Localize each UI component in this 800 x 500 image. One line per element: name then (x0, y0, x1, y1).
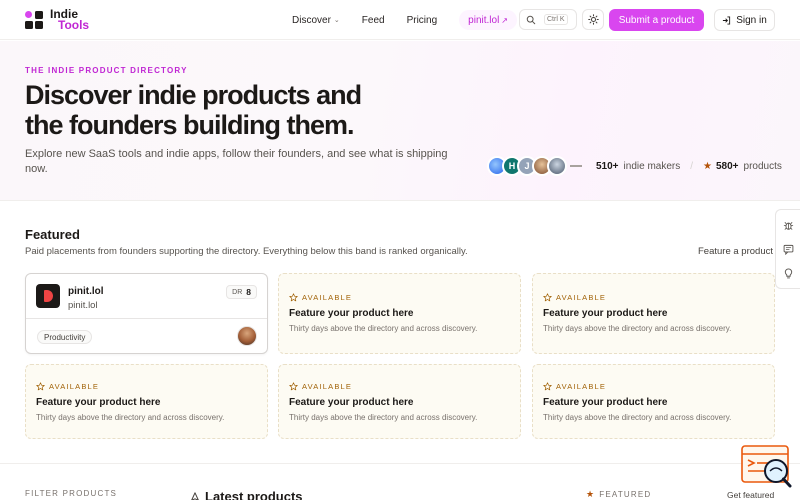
rocket-icon (191, 491, 199, 500)
help-chat-widget[interactable] (741, 444, 793, 490)
slot-title: Feature your product here (36, 397, 161, 408)
slot-badge: AVAILABLE (49, 382, 100, 391)
section-divider (0, 463, 800, 464)
hero-subtitle: Explore new SaaS tools and indie apps, f… (25, 148, 448, 175)
chat-icon[interactable] (783, 244, 794, 255)
slot-description: Thirty days above the directory and acro… (36, 413, 225, 422)
keyboard-shortcut: Ctrl K (544, 14, 568, 25)
slot-description: Thirty days above the directory and acro… (543, 413, 732, 422)
lightbulb-icon[interactable] (783, 267, 794, 279)
product-domain: pinit.lol (68, 300, 98, 311)
submit-product-button[interactable]: Submit a product (609, 9, 704, 31)
makers-count-stat: 510+ indie makers (596, 160, 681, 172)
star-outline-icon (289, 293, 298, 302)
star-outline-icon (543, 293, 552, 302)
slot-description: Thirty days above the directory and acro… (289, 324, 478, 333)
bug-icon[interactable] (783, 220, 794, 231)
products-count-stat: ★ 580+ products (703, 160, 782, 172)
hero-eyebrow: THE INDIE PRODUCT DIRECTORY (25, 66, 188, 75)
nav-discover[interactable]: Discover ⌄ (292, 15, 340, 26)
feedback-rail (775, 209, 800, 289)
featured-sidebar-label: ★ FEATURED (586, 489, 652, 499)
available-slot-card[interactable]: AVAILABLE Feature your product here Thir… (25, 364, 268, 439)
external-link-icon: ↗ (501, 15, 508, 25)
logo[interactable]: Indie Tools (25, 8, 90, 32)
maker-avatars: H J (487, 156, 582, 176)
featured-title: Featured (25, 227, 80, 242)
help-chat-icon (741, 445, 792, 488)
slot-badge: AVAILABLE (556, 293, 607, 302)
get-featured-link[interactable]: Get featured (727, 490, 774, 500)
featured-subtitle: Paid placements from founders supporting… (25, 246, 468, 257)
slot-title: Feature your product here (543, 397, 668, 408)
makers-stats: H J 510+ indie makers / ★ 580+ products (487, 155, 782, 177)
search-button[interactable]: Ctrl K (519, 9, 577, 30)
main-nav: Discover ⌄ Feed Pricing pinit.lol ↗ (292, 0, 517, 40)
product-name: pinit.lol (68, 286, 104, 297)
slot-badge: AVAILABLE (302, 382, 353, 391)
product-logo-icon (36, 284, 60, 308)
domain-rating-badge: DR 8 (226, 285, 257, 299)
star-icon: ★ (586, 489, 596, 499)
slot-description: Thirty days above the directory and acro… (289, 413, 478, 422)
available-slot-card[interactable]: AVAILABLE Feature your product here Thir… (278, 273, 521, 354)
hero-section: THE INDIE PRODUCT DIRECTORY Discover ind… (0, 41, 800, 201)
theme-toggle-button[interactable] (582, 9, 604, 30)
available-slot-card[interactable]: AVAILABLE Feature your product here Thir… (532, 364, 775, 439)
card-divider (26, 318, 267, 319)
top-navbar: Indie Tools Discover ⌄ Feed Pricing pini… (0, 0, 800, 40)
available-slot-card[interactable]: AVAILABLE Feature your product here Thir… (532, 273, 775, 354)
search-icon (526, 15, 536, 24)
slot-title: Feature your product here (289, 308, 414, 319)
chevron-down-icon: ⌄ (333, 17, 340, 24)
filter-products-label: FILTER PRODUCTS (25, 489, 118, 498)
sign-in-button[interactable]: Sign in (714, 9, 775, 31)
logo-mark-icon (25, 10, 44, 30)
category-tag[interactable]: Productivity (37, 330, 93, 344)
star-outline-icon (543, 382, 552, 391)
star-outline-icon (289, 382, 298, 391)
star-outline-icon (36, 382, 45, 391)
nav-pricing[interactable]: Pricing (407, 15, 438, 26)
founder-avatar[interactable] (237, 326, 257, 346)
slot-badge: AVAILABLE (302, 293, 353, 302)
sun-icon (587, 14, 599, 25)
latest-products-heading: Latest products (190, 489, 303, 500)
stats-separator: / (690, 160, 694, 172)
hero-title: Discover indie products and the founders… (25, 80, 362, 140)
slot-description: Thirty days above the directory and acro… (543, 324, 732, 333)
logo-text-line2: Tools (58, 18, 90, 32)
sign-in-icon (723, 15, 731, 25)
feature-product-link[interactable]: Feature a product (698, 246, 773, 257)
star-icon: ★ (703, 160, 712, 172)
more-dash (570, 165, 582, 167)
avatar[interactable] (547, 156, 567, 176)
available-slot-card[interactable]: AVAILABLE Feature your product here Thir… (278, 364, 521, 439)
slot-title: Feature your product here (543, 308, 668, 319)
nav-promo-link[interactable]: pinit.lol ↗ (459, 10, 517, 30)
nav-feed[interactable]: Feed (362, 15, 385, 26)
featured-product-card[interactable]: pinit.lol pinit.lol DR 8 Productivity (25, 273, 268, 354)
slot-title: Feature your product here (289, 397, 414, 408)
slot-badge: AVAILABLE (556, 382, 607, 391)
